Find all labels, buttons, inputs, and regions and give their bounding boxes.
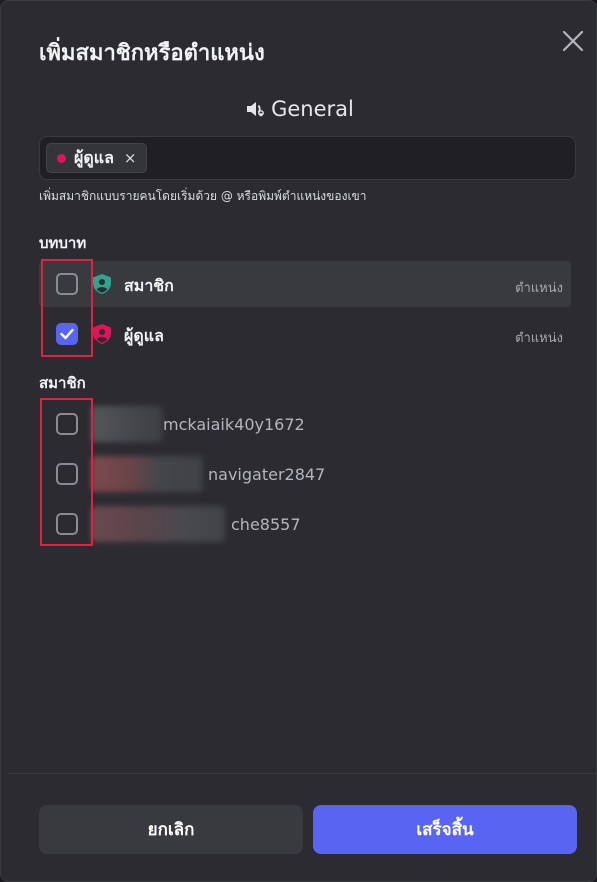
close-icon[interactable] [557, 25, 589, 57]
role-shield-icon [93, 324, 111, 344]
member-row[interactable]: mckaiaik40y1672 [39, 401, 571, 447]
avatar [91, 506, 225, 542]
member-row[interactable]: navigater2847 [39, 451, 571, 497]
dialog-title: เพิ่มสมาชิกหรือตำแหน่ง [39, 41, 265, 66]
selected-role-chip: ผู้ดูแล × [46, 143, 148, 173]
roles-heading: บทบาท [39, 234, 87, 252]
role-type-tag: ตำแหน่ง [515, 331, 563, 346]
input-hint: เพิ่มสมาชิกแบบรายคนโดยเริ่มด้วย @ หรือพิ… [39, 189, 367, 203]
search-input[interactable]: ผู้ดูแล × [39, 136, 576, 180]
chip-label: ผู้ดูแล [74, 147, 114, 167]
done-button[interactable]: เสร็จสิ้น [313, 805, 577, 854]
role-name: ผู้ดูแล [124, 326, 164, 345]
role-shield-icon [93, 274, 111, 294]
highlight-box-roles [41, 259, 93, 357]
role-row-member[interactable]: สมาชิก ตำแหน่ง [39, 261, 571, 307]
channel-header: General [1, 97, 597, 121]
avatar [91, 406, 163, 442]
cancel-button[interactable]: ยกเลิก [39, 805, 303, 854]
add-members-or-roles-dialog: เพิ่มสมาชิกหรือตำแหน่ง General ผู้ดูแล ×… [0, 0, 597, 882]
role-name: สมาชิก [124, 276, 174, 295]
member-name: mckaiaik40y1672 [163, 415, 305, 434]
voice-channel-icon [247, 102, 265, 117]
channel-name: General [271, 97, 354, 121]
role-row-admin[interactable]: ผู้ดูแล ตำแหน่ง [39, 311, 571, 357]
member-name: navigater2847 [208, 465, 326, 484]
role-color-dot [57, 153, 66, 163]
role-type-tag: ตำแหน่ง [515, 281, 563, 296]
footer-divider [9, 773, 597, 774]
highlight-box-members [40, 398, 93, 546]
member-name: che8557 [231, 515, 301, 534]
member-row[interactable]: che8557 [39, 501, 571, 547]
avatar [91, 456, 203, 492]
members-heading: สมาชิก [39, 374, 86, 392]
chip-remove-icon[interactable]: × [124, 149, 137, 167]
